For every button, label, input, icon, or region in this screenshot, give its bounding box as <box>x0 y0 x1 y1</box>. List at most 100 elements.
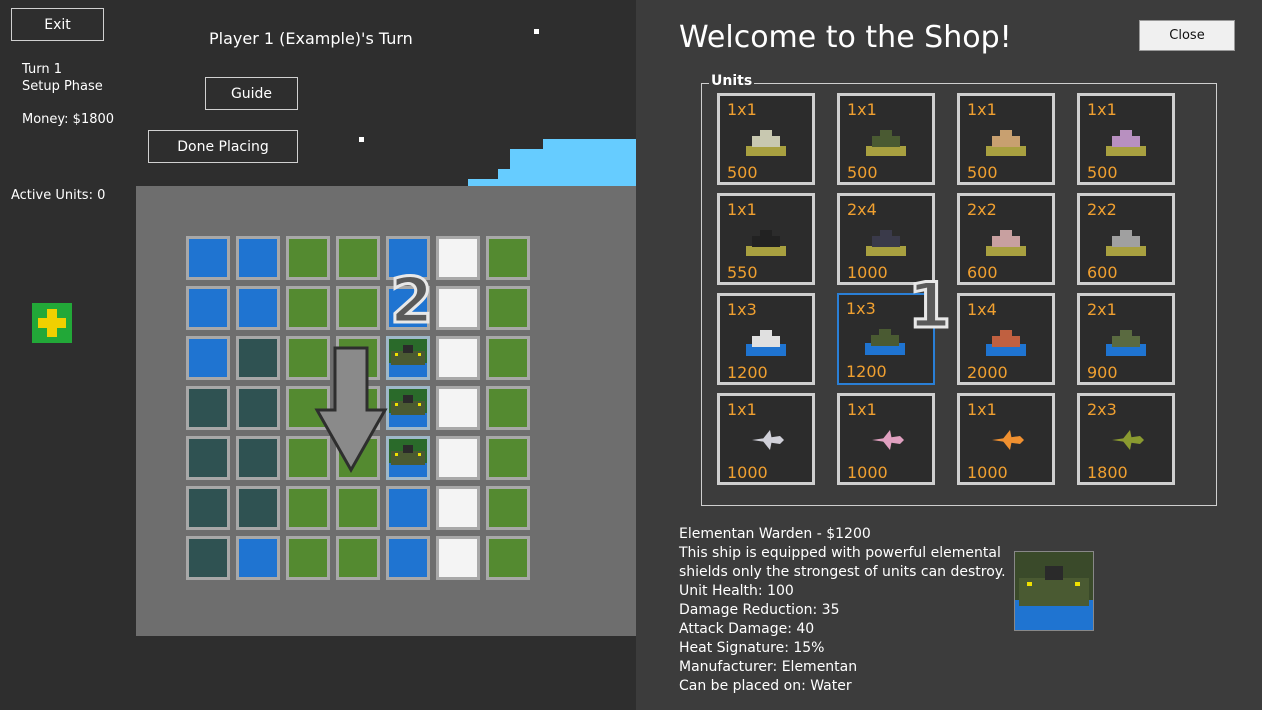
add-unit-button[interactable] <box>32 303 72 343</box>
board-cell[interactable] <box>236 486 280 530</box>
done-placing-button[interactable]: Done Placing <box>148 130 298 163</box>
board-cell[interactable] <box>486 286 530 330</box>
board-cell[interactable] <box>236 436 280 480</box>
warden-ship-icon <box>389 439 427 477</box>
exit-button[interactable]: Exit <box>11 8 104 41</box>
board-cell-unit[interactable] <box>386 386 430 430</box>
board-cell[interactable] <box>486 386 530 430</box>
board-cell[interactable] <box>236 386 280 430</box>
unit-price: 1200 <box>727 363 768 382</box>
unit-damage-reduction: Damage Reduction: 35 <box>679 602 840 618</box>
shop-unit-card[interactable]: 2x1 900 <box>1077 293 1175 385</box>
board-cell[interactable] <box>186 286 230 330</box>
board-cell[interactable] <box>286 536 330 580</box>
board-cell[interactable] <box>436 436 480 480</box>
warden-ship-icon <box>1015 552 1093 630</box>
unit-price: 500 <box>727 163 758 182</box>
shop-unit-card[interactable]: 1x1 1000 <box>717 393 815 485</box>
submarine-icon <box>1106 330 1146 356</box>
board-cell[interactable] <box>186 536 230 580</box>
unit-size: 2x1 <box>1087 300 1117 319</box>
unit-placement: Can be placed on: Water <box>679 678 852 694</box>
unit-price: 2000 <box>967 363 1008 382</box>
warden-ship-icon <box>389 389 427 427</box>
board-cell[interactable] <box>486 336 530 380</box>
artillery-icon <box>986 230 1026 256</box>
board-cell[interactable] <box>236 286 280 330</box>
board-cell[interactable] <box>236 336 280 380</box>
shop-unit-card[interactable]: 1x1 500 <box>1077 93 1175 185</box>
unit-price: 500 <box>967 163 998 182</box>
close-button[interactable]: Close <box>1139 20 1235 51</box>
board-cell-unit[interactable] <box>386 336 430 380</box>
board-cell[interactable] <box>436 336 480 380</box>
unit-attack-damage: Attack Damage: 40 <box>679 621 815 637</box>
board-cell[interactable] <box>336 536 380 580</box>
shop-unit-card[interactable]: 2x2 600 <box>1077 193 1175 285</box>
guide-button[interactable]: Guide <box>205 77 298 110</box>
sparkle-icon <box>359 137 364 142</box>
board-cell[interactable] <box>186 336 230 380</box>
sky-terrain <box>468 139 636 187</box>
unit-price: 1000 <box>727 463 768 482</box>
shop-unit-card[interactable]: 1x1 500 <box>717 93 815 185</box>
phase-label: Setup Phase <box>22 79 103 94</box>
units-legend: Units <box>709 73 755 89</box>
board-cell[interactable] <box>286 486 330 530</box>
board-cell[interactable] <box>436 536 480 580</box>
shop-unit-card[interactable]: 1x1 1000 <box>957 393 1055 485</box>
board-cell[interactable] <box>486 236 530 280</box>
shop-unit-card[interactable]: 1x1 500 <box>957 93 1055 185</box>
board-cell[interactable] <box>186 436 230 480</box>
board-cell[interactable] <box>486 536 530 580</box>
board-cell[interactable] <box>436 486 480 530</box>
unit-description-line1: This ship is equipped with powerful elem… <box>679 545 1001 561</box>
annotation-number-2: 2 <box>388 264 434 337</box>
board-cell[interactable] <box>486 436 530 480</box>
unit-price: 500 <box>1087 163 1118 182</box>
board-cell[interactable] <box>186 386 230 430</box>
shop-unit-card[interactable]: 1x1 1000 <box>837 393 935 485</box>
board-cell[interactable] <box>236 236 280 280</box>
board-cell[interactable] <box>286 236 330 280</box>
board-cell[interactable] <box>436 236 480 280</box>
board-cell[interactable] <box>486 486 530 530</box>
board-cell[interactable] <box>436 286 480 330</box>
board-cell[interactable] <box>186 236 230 280</box>
unit-description-line2: shields only the strongest of units can … <box>679 564 1006 580</box>
board-cell[interactable] <box>336 286 380 330</box>
board-cell[interactable] <box>286 286 330 330</box>
board-cell[interactable] <box>336 486 380 530</box>
unit-size: 1x3 <box>846 299 876 318</box>
game-panel: Exit Player 1 (Example)'s Turn Turn 1 Se… <box>0 0 636 710</box>
unit-size: 1x1 <box>967 100 997 119</box>
board-cell[interactable] <box>236 536 280 580</box>
unit-size: 1x3 <box>727 300 757 319</box>
board-cell[interactable] <box>186 486 230 530</box>
dark-creature-icon <box>866 230 906 256</box>
unit-price: 600 <box>1087 263 1118 282</box>
unit-price: 1000 <box>967 463 1008 482</box>
jet-icon <box>872 430 904 450</box>
board-cell[interactable] <box>436 386 480 430</box>
tank-icon <box>746 130 786 156</box>
unit-heat-signature: Heat Signature: 15% <box>679 640 825 656</box>
board-cell[interactable] <box>386 486 430 530</box>
unit-size: 1x1 <box>847 100 877 119</box>
board-cell[interactable] <box>336 236 380 280</box>
unit-size: 1x1 <box>967 400 997 419</box>
shop-unit-card[interactable]: 2x2 600 <box>957 193 1055 285</box>
board-cell-unit[interactable] <box>386 436 430 480</box>
shop-unit-card[interactable]: 1x1 500 <box>837 93 935 185</box>
unit-price: 1800 <box>1087 463 1128 482</box>
unit-size: 2x4 <box>847 200 877 219</box>
board-cell[interactable] <box>386 536 430 580</box>
warden-ship-icon <box>865 329 905 355</box>
shop-unit-card[interactable]: 1x4 2000 <box>957 293 1055 385</box>
turn-title: Player 1 (Example)'s Turn <box>209 29 413 48</box>
shop-unit-card[interactable]: 1x1 550 <box>717 193 815 285</box>
shop-unit-card[interactable]: 2x3 1800 <box>1077 393 1175 485</box>
unit-size: 1x1 <box>1087 100 1117 119</box>
shop-unit-card[interactable]: 1x3 1200 <box>717 293 815 385</box>
unit-manufacturer: Manufacturer: Elementan <box>679 659 858 675</box>
